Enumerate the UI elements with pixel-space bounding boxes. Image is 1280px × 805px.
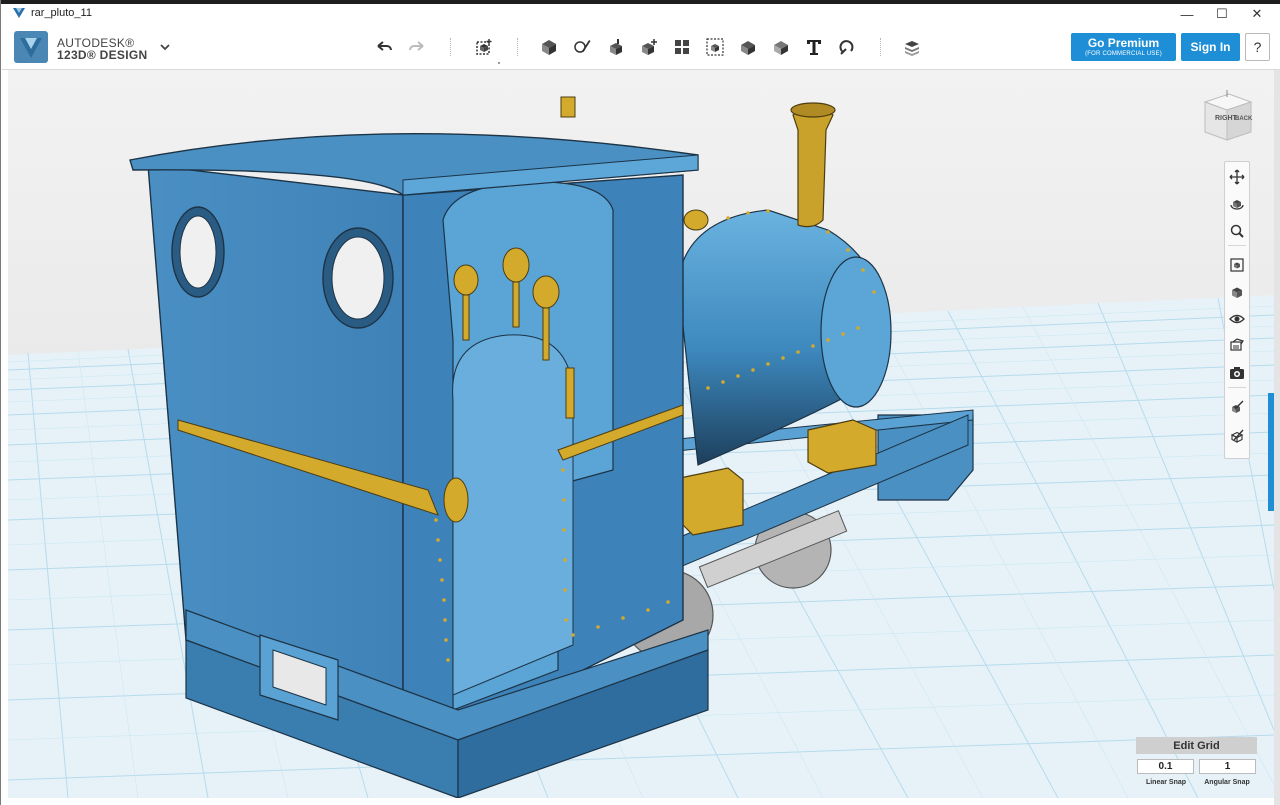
title-bar[interactable]: rar_pluto_11 — ☐ ✕ [1, 0, 1280, 24]
undo-icon[interactable] [373, 36, 395, 58]
snap-icon[interactable] [836, 36, 858, 58]
angular-snap-label: Angular Snap [1204, 779, 1250, 786]
scene-canvas[interactable] [8, 70, 1274, 798]
redo-icon[interactable] [406, 36, 428, 58]
go-premium-button[interactable]: Go Premium (FOR COMMERCIAL USE) [1071, 33, 1176, 61]
measure-icon[interactable] [770, 36, 792, 58]
edit-grid-button[interactable]: Edit Grid [1136, 737, 1257, 754]
close-button[interactable]: ✕ [1239, 4, 1275, 24]
orbit-icon[interactable] [1227, 194, 1247, 214]
toolbar-dot [498, 62, 500, 64]
chevron-down-icon[interactable] [158, 40, 172, 54]
toolbar-separator [880, 38, 881, 56]
text-icon[interactable] [803, 36, 825, 58]
main-toolbar: AUTODESK® 123D® DESIGN Go Premium (FOR C… [2, 24, 1280, 70]
view-cube[interactable]: RIGHT BACK [1199, 88, 1255, 144]
pan-icon[interactable] [1227, 167, 1247, 187]
app-logo-icon [13, 8, 25, 18]
minimize-button[interactable]: — [1169, 4, 1205, 24]
sketch-icon[interactable] [571, 36, 593, 58]
outline-icon[interactable] [1227, 426, 1247, 446]
viewport-scrollbar[interactable] [1274, 70, 1280, 805]
premium-label: Go Premium [1087, 36, 1160, 50]
app-logo-icon[interactable] [14, 31, 48, 63]
window-title: rar_pluto_11 [31, 7, 92, 19]
toolbar-separator [517, 38, 518, 56]
transform-icon[interactable] [473, 36, 495, 58]
modify-icon[interactable] [638, 36, 660, 58]
views-icon[interactable] [1227, 282, 1247, 302]
materials-icon[interactable] [1227, 336, 1247, 356]
fit-icon[interactable] [1227, 255, 1247, 275]
visibility-icon[interactable] [1227, 309, 1247, 329]
viewcube-back-face[interactable]: BACK [1235, 116, 1253, 122]
hide-icon[interactable] [1227, 397, 1247, 417]
brand-line-2: 123D® DESIGN [57, 48, 148, 62]
premium-sublabel: (FOR COMMERCIAL USE) [1085, 51, 1162, 57]
material-icon[interactable] [901, 36, 923, 58]
side-panel-tab[interactable] [1268, 393, 1274, 511]
camera-icon[interactable] [1227, 363, 1247, 383]
combine-icon[interactable] [737, 36, 759, 58]
nav-separator [1228, 245, 1246, 246]
nav-separator [1228, 387, 1246, 388]
help-button[interactable]: ? [1245, 33, 1270, 61]
navigation-bar [1224, 161, 1250, 459]
app-window: rar_pluto_11 — ☐ ✕ AUTODESK® 123D® DESIG… [0, 0, 1280, 805]
maximize-button[interactable]: ☐ [1204, 4, 1240, 24]
linear-snap-label: Linear Snap [1145, 779, 1187, 786]
primitives-icon[interactable] [538, 36, 560, 58]
construct-icon[interactable] [605, 36, 627, 58]
angular-snap-input[interactable]: 1 [1199, 759, 1256, 774]
linear-snap-input[interactable]: 0.1 [1137, 759, 1194, 774]
grouping-icon[interactable] [704, 36, 726, 58]
zoom-icon[interactable] [1227, 221, 1247, 241]
pattern-icon[interactable] [671, 36, 693, 58]
3d-viewport[interactable] [8, 70, 1274, 798]
toolbar-separator [450, 38, 451, 56]
edit-grid-panel: Edit Grid 0.1 1 Linear Snap Angular Snap [1136, 737, 1257, 791]
sign-in-button[interactable]: Sign In [1181, 33, 1240, 61]
